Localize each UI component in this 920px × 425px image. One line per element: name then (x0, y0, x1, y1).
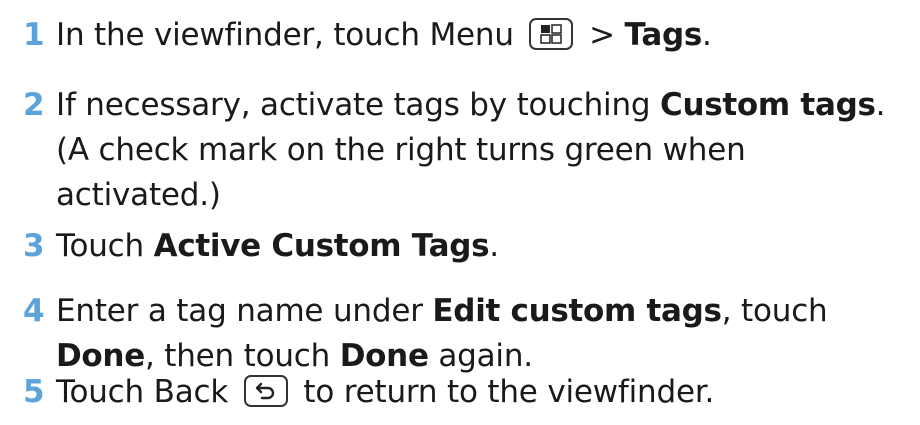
text-segment: > (579, 17, 625, 53)
step-line: activated.) (56, 173, 916, 218)
text-segment: . (489, 228, 499, 264)
step-number: 2 (23, 87, 45, 123)
step-line: In the viewfinder, touch Menu > Tags. (56, 13, 916, 58)
step-text: Touch Back to return to the viewfinder. (56, 370, 916, 415)
text-segment: again. (428, 338, 533, 374)
step-text: If necessary, activate tags by touching … (56, 83, 916, 218)
menu-icon (529, 17, 574, 50)
text-segment: If necessary, activate tags by touching (56, 87, 661, 123)
text-segment: , touch (721, 293, 828, 329)
text-segment: activated.) (56, 177, 221, 213)
step-text: Enter a tag name under Edit custom tags,… (56, 289, 916, 379)
text-segment: Enter a tag name under (56, 293, 433, 329)
text-segment: Touch Back (56, 374, 238, 410)
step-number: 5 (23, 374, 45, 410)
step-line: Touch Active Custom Tags. (56, 224, 916, 269)
step-number: 1 (23, 17, 45, 53)
step-text: Touch Active Custom Tags. (56, 224, 916, 269)
text-segment: In the viewfinder, touch Menu (56, 17, 524, 53)
ui-term-done: Done (56, 338, 145, 374)
step-line: Touch Back to return to the viewfinder. (56, 370, 916, 415)
back-icon (243, 374, 288, 407)
ui-term-done: Done (339, 338, 429, 374)
ui-term-edit-custom-tags: Edit custom tags (432, 293, 722, 329)
step-number: 4 (23, 293, 45, 329)
text-segment: (A check mark on the right turns green w… (56, 132, 746, 168)
step-line: If necessary, activate tags by touching … (56, 83, 916, 128)
text-segment: , then touch (144, 338, 340, 374)
text-segment: . (702, 17, 712, 53)
text-segment: Touch (56, 228, 154, 264)
ui-term-tags: Tags (624, 17, 703, 53)
text-segment: . (875, 87, 886, 123)
ui-term-active-custom-tags: Active Custom Tags (153, 228, 490, 264)
step-line: Enter a tag name under Edit custom tags,… (56, 289, 916, 334)
step-number: 3 (23, 228, 45, 264)
step-text: In the viewfinder, touch Menu > Tags. (56, 13, 916, 58)
ui-term-custom-tags: Custom tags (660, 87, 876, 123)
text-segment: to return to the viewfinder. (293, 374, 715, 410)
step-line: (A check mark on the right turns green w… (56, 128, 916, 173)
